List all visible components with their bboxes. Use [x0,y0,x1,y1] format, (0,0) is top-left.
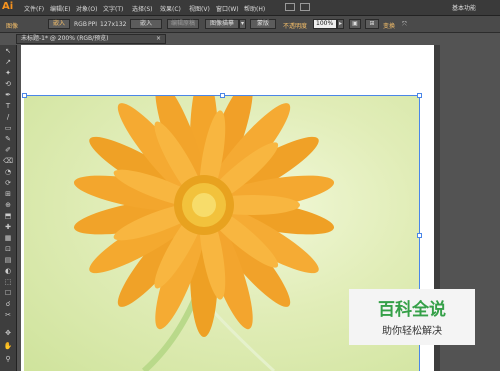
direct-selection-tool-icon[interactable]: ↗ [3,59,13,66]
arrange-documents-icon[interactable] [300,3,310,11]
blend-tool-icon[interactable]: ⬚ [3,279,13,286]
opacity-field[interactable]: 100% [313,19,337,29]
document-tab-bar: 未标题-1* @ 200% (RGB/预览) × [16,33,500,44]
opacity-dropdown[interactable]: ▸ [337,19,344,29]
eraser-tool-icon[interactable]: ⌫ [3,158,13,165]
line-tool-icon[interactable]: / [3,114,13,121]
isolate-icon[interactable]: ⤧ [402,21,407,29]
bridge-icon[interactable] [285,3,295,11]
rotate-tool-icon[interactable]: ⟳ [3,180,13,187]
control-panel: 图像 嵌入 RGB PPI 127x132 嵌入 编辑原稿 图像描摹 ▾ 蒙版 … [0,16,500,33]
resize-handle-top-right[interactable] [417,93,422,98]
resize-handle-middle-right[interactable] [417,233,422,238]
menu-type[interactable]: 文字(T) [103,4,123,13]
align-icon[interactable]: ⊞ [365,19,379,29]
mesh-tool-icon[interactable]: ⊡ [3,246,13,253]
menu-edit[interactable]: 编辑(E) [50,4,70,13]
menu-file[interactable]: 文件(F) [24,4,44,13]
transform-link[interactable]: 变换 [383,21,395,30]
tools-panel: ↖ ↗ ✦ ⟲ ✒ T / ▭ ✎ ✐ ⌫ ◔ ⟳ ⊞ ⊕ ⬒ ✚ ▦ ⊡ ▤ … [0,45,17,371]
artboard-tool-icon[interactable]: ✥ [3,330,13,337]
selection-type-label: 图像 [6,23,19,30]
graph-tool-icon[interactable]: ☌ [3,301,13,308]
menu-help[interactable]: 帮助(H) [244,4,265,13]
eyedropper-tool-icon[interactable]: ◐ [3,268,13,275]
watermark-title: 百科全说 [378,300,446,320]
free-transform-tool-icon[interactable]: ⬒ [3,213,13,220]
menu-select[interactable]: 选择(S) [132,4,153,13]
hand-tool-icon[interactable]: ✋ [3,343,13,350]
edit-original-button[interactable]: 编辑原稿 [167,19,199,29]
selection-tool-icon[interactable]: ↖ [3,48,13,55]
shape-builder-tool-icon[interactable]: ✚ [3,224,13,231]
resize-handle-top-left[interactable] [22,93,27,98]
linked-file-button[interactable]: 嵌入 [48,19,70,29]
menu-bar: Ai 文件(F) 编辑(E) 对象(O) 文字(T) 选择(S) 效果(C) 视… [0,0,500,16]
color-mode: RGB [74,21,87,28]
width-tool-icon[interactable]: ⊕ [3,202,13,209]
type-tool-icon[interactable]: T [3,103,13,110]
magic-wand-tool-icon[interactable]: ✦ [3,70,13,77]
ppi-value: 127x132 [100,21,127,28]
rectangle-tool-icon[interactable]: ▭ [3,125,13,132]
mask-button[interactable]: 蒙版 [250,19,276,29]
symbol-sprayer-tool-icon[interactable]: ☐ [3,290,13,297]
opacity-label[interactable]: 不透明度 [283,21,307,30]
style-swatch-icon[interactable]: ▣ [349,19,361,29]
app-logo: Ai [2,1,14,12]
scale-tool-icon[interactable]: ⊞ [3,191,13,198]
blob-brush-tool-icon[interactable]: ◔ [3,169,13,176]
zoom-tool-icon[interactable]: ⚲ [3,356,13,363]
gradient-tool-icon[interactable]: ▤ [3,257,13,264]
document-tab[interactable]: 未标题-1* @ 200% (RGB/预览) × [16,34,166,44]
menu-effect[interactable]: 效果(C) [160,4,181,13]
menu-view[interactable]: 视图(V) [189,4,210,13]
ppi-label: PPI [88,21,98,28]
image-trace-dropdown[interactable]: ▾ [239,19,246,29]
workspace-switcher[interactable]: 基本功能 [452,3,496,12]
scissors-tool-icon[interactable]: ✂ [3,312,13,319]
menu-window[interactable]: 窗口(W) [216,4,239,13]
close-tab-icon[interactable]: × [156,35,161,43]
resize-handle-top-center[interactable] [220,93,225,98]
perspective-grid-tool-icon[interactable]: ▦ [3,235,13,242]
paintbrush-tool-icon[interactable]: ✎ [3,136,13,143]
pen-tool-icon[interactable]: ✒ [3,92,13,99]
pencil-tool-icon[interactable]: ✐ [3,147,13,154]
menu-object[interactable]: 对象(O) [76,4,97,13]
image-trace-button[interactable]: 图像描摹 [205,19,239,29]
embed-button[interactable]: 嵌入 [130,19,162,29]
document-tab-title: 未标题-1* @ 200% (RGB/预览) [21,35,109,42]
lasso-tool-icon[interactable]: ⟲ [3,81,13,88]
watermark-logo: 百科全说 助你轻松解决 [349,289,475,345]
watermark-subtitle: 助你轻松解决 [382,326,442,337]
